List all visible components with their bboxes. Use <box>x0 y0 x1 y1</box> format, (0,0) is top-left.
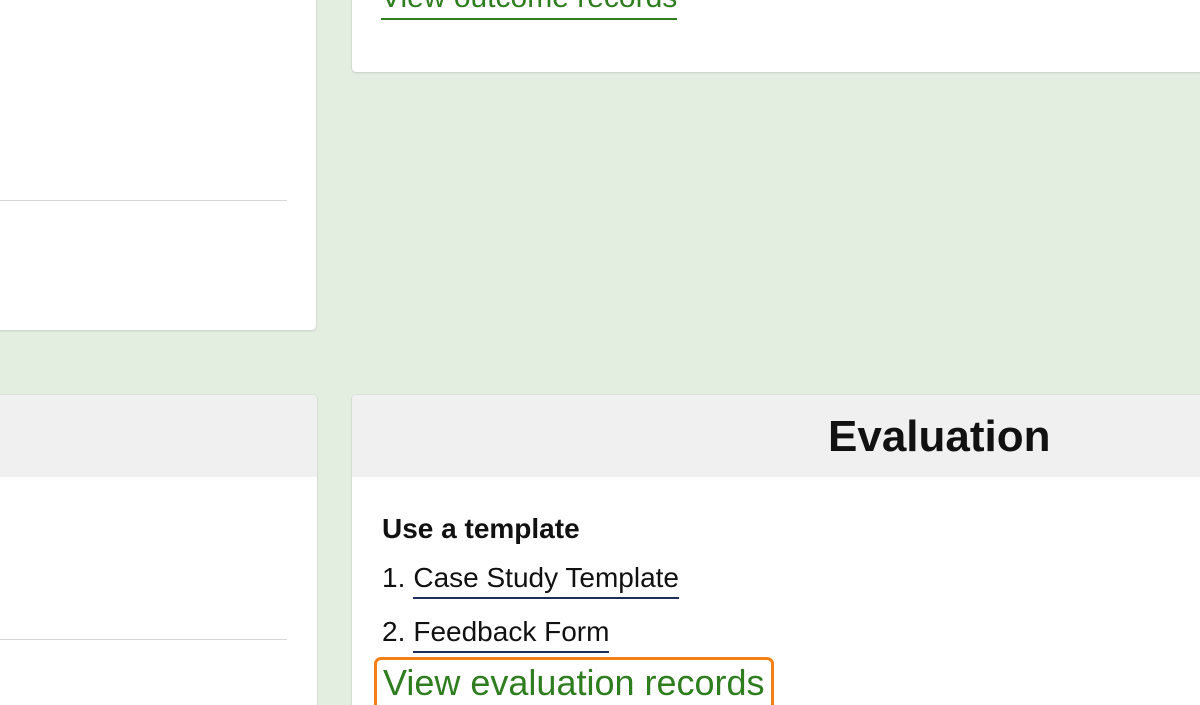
list-number: 1. <box>382 562 406 593</box>
divider <box>0 639 287 640</box>
outcome-card: View outcome records <box>352 0 1200 72</box>
evaluation-title: Evaluation <box>828 412 1051 461</box>
view-evaluation-records-link[interactable]: View evaluation records <box>383 662 765 703</box>
list-number: 2. <box>382 616 406 647</box>
template-list-item: 2. Feedback Form <box>382 615 610 653</box>
bottom-left-card <box>0 395 317 705</box>
page: View outcome records Evaluation Use a te… <box>0 0 1200 705</box>
card-header <box>0 395 317 477</box>
evaluation-card: Evaluation Use a template 1. Case Study T… <box>352 395 1200 705</box>
use-template-label: Use a template <box>382 513 580 544</box>
view-outcome-records-link[interactable]: View outcome records <box>381 0 678 20</box>
evaluation-card-header: Evaluation <box>352 395 1200 477</box>
template-list-item: 1. Case Study Template <box>382 561 679 599</box>
top-left-card <box>0 0 316 330</box>
feedback-form-link[interactable]: Feedback Form <box>413 616 610 653</box>
case-study-template-link[interactable]: Case Study Template <box>413 562 679 599</box>
view-evaluation-highlight: View evaluation records <box>374 657 774 705</box>
divider <box>0 200 287 201</box>
